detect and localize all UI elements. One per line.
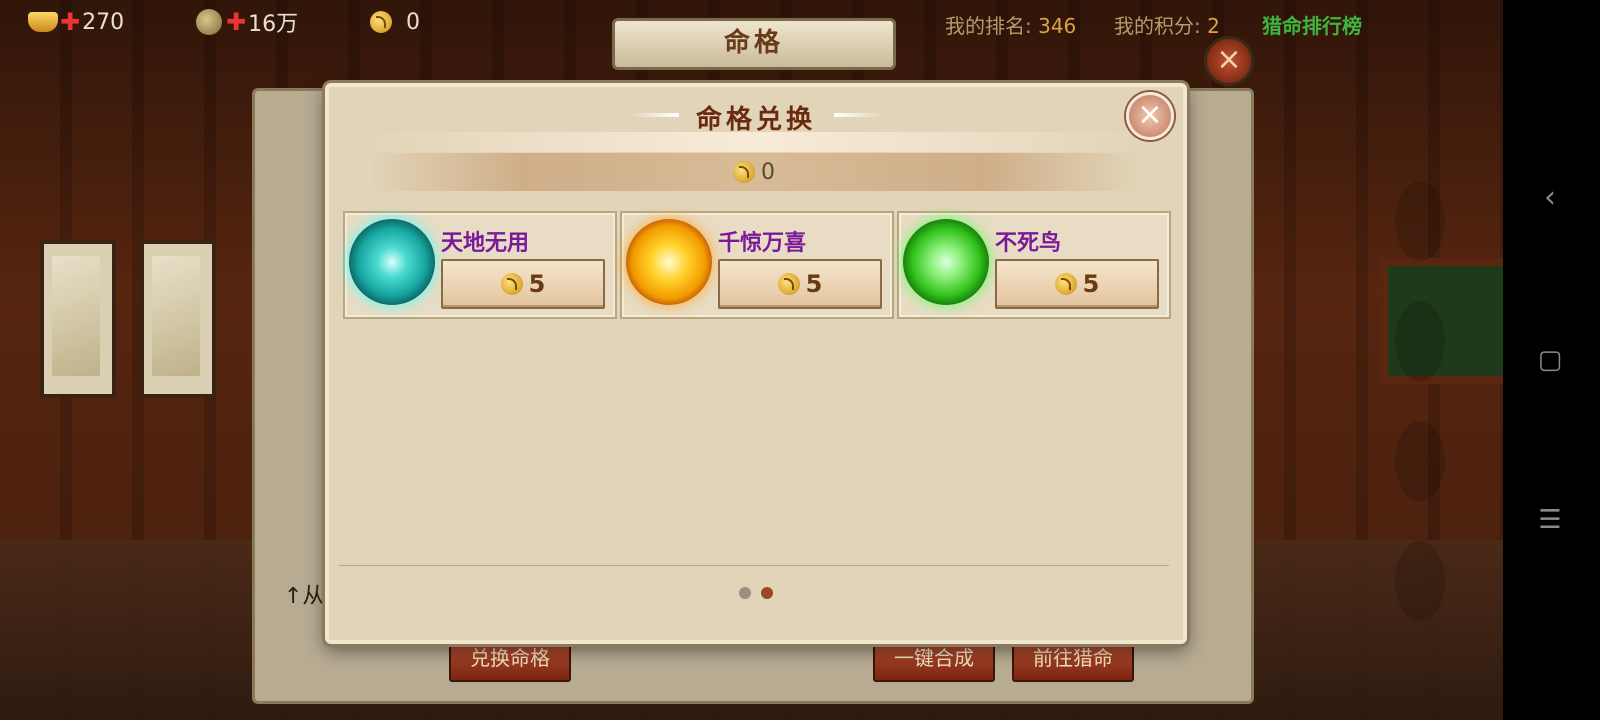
panel-title: 命格 (612, 18, 896, 70)
fate-orb-icon[interactable] (349, 219, 435, 305)
soul-resource: 0 (370, 8, 420, 36)
dialog-close-icon[interactable]: × (1126, 92, 1174, 140)
buy-button[interactable]: 5 (995, 259, 1159, 309)
slot-circle (1395, 421, 1445, 501)
panel-close-icon[interactable]: × (1204, 36, 1254, 86)
divider (339, 565, 1169, 566)
page-dot-active[interactable] (761, 587, 773, 599)
price-value: 5 (1082, 270, 1100, 298)
buy-button[interactable]: 5 (441, 259, 605, 309)
add-coin-icon[interactable]: ✚ (226, 8, 246, 36)
price-value: 5 (805, 270, 823, 298)
soul-token-icon (370, 11, 392, 33)
soul-token-icon (777, 273, 800, 295)
soul-token-icon (733, 161, 755, 183)
fate-orb-icon[interactable] (626, 219, 712, 305)
coin-resource[interactable]: ✚ 16万 (196, 8, 299, 37)
slot-circle (1395, 301, 1445, 381)
gold-resource[interactable]: ✚ 270 (28, 8, 124, 36)
home-icon[interactable]: ▢ (1530, 340, 1570, 380)
wall-scroll-painting (140, 240, 216, 398)
rank-list-link[interactable]: 猎命排行榜 (1262, 10, 1362, 39)
title-ornament-right (834, 113, 884, 117)
price-value: 5 (528, 270, 546, 298)
soul-token-icon (1054, 273, 1077, 295)
fate-orb-icon[interactable] (903, 219, 989, 305)
my-rank: 我的排名: 346 (945, 10, 1076, 39)
panel-hint: ↑从 (284, 584, 325, 609)
currency-display: 0 (369, 153, 1139, 191)
score-label: 我的积分: (1114, 14, 1201, 38)
fate-item-name: 不死鸟 (995, 231, 1062, 256)
soul-amount: 0 (406, 9, 420, 35)
buy-button[interactable]: 5 (718, 259, 882, 309)
copper-coin-icon (196, 9, 222, 35)
exchange-dialog: 命格兑换 0 天地无用 5 千惊万喜 5 不死鸟 5 (325, 83, 1187, 644)
gold-ingot-icon (28, 12, 58, 32)
page-indicator (329, 587, 1183, 599)
coin-amount: 16万 (248, 12, 299, 37)
wall-scroll-painting (40, 240, 116, 398)
menu-icon[interactable]: ☰ (1530, 500, 1570, 540)
score-value: 2 (1207, 14, 1220, 38)
gold-amount: 270 (82, 9, 125, 35)
slot-circle (1395, 181, 1445, 261)
fate-item-card: 千惊万喜 5 (620, 211, 894, 319)
my-score: 我的积分: 2 (1114, 10, 1220, 39)
rank-value: 346 (1038, 14, 1077, 38)
top-band (359, 132, 1149, 152)
add-gold-icon[interactable]: ✚ (60, 8, 80, 36)
fate-item-card: 不死鸟 5 (897, 211, 1171, 319)
page-dot[interactable] (739, 587, 751, 599)
currency-amount: 0 (761, 159, 775, 185)
back-icon[interactable]: ‹ (1530, 178, 1570, 218)
rank-label: 我的排名: (945, 14, 1032, 38)
soul-token-icon (500, 273, 523, 295)
dialog-title: 命格兑换 (695, 105, 816, 135)
fate-item-card: 天地无用 5 (343, 211, 617, 319)
fate-item-name: 千惊万喜 (718, 231, 807, 256)
fate-item-name: 天地无用 (441, 231, 530, 256)
slot-circle (1395, 541, 1445, 621)
